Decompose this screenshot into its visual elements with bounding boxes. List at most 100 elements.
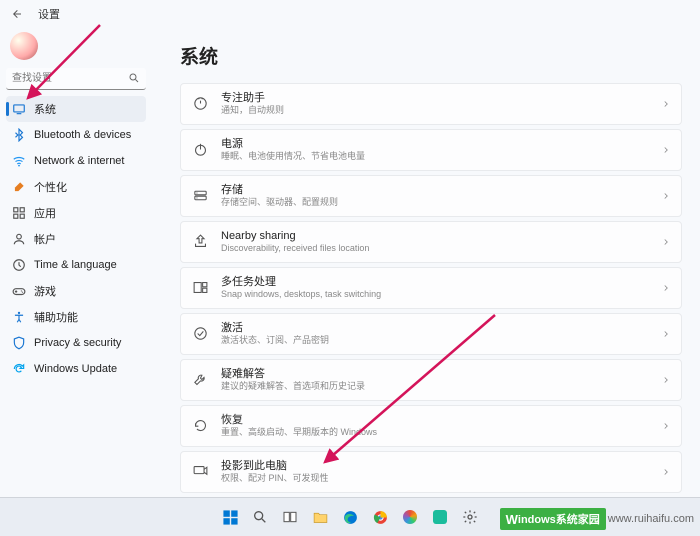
card-subtitle: 睡眠、电池使用情况、节省电池电量	[221, 151, 661, 163]
settings-card-power[interactable]: 电源睡眠、电池使用情况、节省电池电量	[180, 129, 682, 171]
sidebar-item-update[interactable]: Windows Update	[6, 356, 146, 382]
bluetooth-icon	[12, 128, 26, 142]
card-body: 疑难解答建议的疑难解答、首选项和历史记录	[221, 367, 661, 393]
settings-card-troubleshoot[interactable]: 疑难解答建议的疑难解答、首选项和历史记录	[180, 359, 682, 401]
sidebar-item-system[interactable]: 系统	[6, 96, 146, 122]
sidebar-item-shield[interactable]: Privacy & security	[6, 330, 146, 356]
troubleshoot-icon	[191, 371, 209, 389]
sidebar-item-label: 帐户	[34, 231, 56, 247]
update-icon	[12, 362, 26, 376]
sidebar-item-label: Network & internet	[34, 155, 124, 167]
card-subtitle: 权限、配对 PIN、可发现性	[221, 473, 661, 485]
project-icon	[191, 463, 209, 481]
page-title: 系统	[180, 42, 682, 69]
edge-icon[interactable]	[337, 504, 363, 530]
card-subtitle: 通知，自动规则	[221, 105, 661, 117]
search-box[interactable]	[6, 68, 146, 90]
settings-window: 设置 系统 Bluetooth & devices Network & intern…	[0, 0, 700, 497]
shield-icon	[12, 336, 26, 350]
back-button[interactable]	[8, 5, 26, 23]
sidebar-item-label: 辅助功能	[34, 309, 78, 325]
chrome-icon[interactable]	[367, 504, 393, 530]
card-title: 电源	[221, 137, 661, 151]
sidebar-item-label: Privacy & security	[34, 337, 121, 349]
app-icon-2[interactable]	[427, 504, 453, 530]
user-avatar	[10, 32, 38, 60]
settings-card-share[interactable]: Nearby sharingDiscoverability, received …	[180, 221, 682, 263]
chevron-right-icon	[661, 467, 671, 477]
person-icon	[12, 232, 26, 246]
apps-icon	[12, 206, 26, 220]
watermark-url: www.ruihaifu.com	[608, 513, 694, 525]
card-title: 存储	[221, 183, 661, 197]
card-body: Nearby sharingDiscoverability, received …	[221, 229, 661, 255]
window-title: 设置	[38, 6, 60, 22]
card-title: 投影到此电脑	[221, 459, 661, 473]
card-title: 疑难解答	[221, 367, 661, 381]
card-subtitle: Snap windows, desktops, task switching	[221, 289, 661, 301]
card-body: 激活激活状态、订阅、产品密钥	[221, 321, 661, 347]
card-title: 多任务处理	[221, 275, 661, 289]
app-icon-1[interactable]	[397, 504, 423, 530]
card-subtitle: 存储空间、驱动器、配置规则	[221, 197, 661, 209]
chevron-right-icon	[661, 191, 671, 201]
watermark-w: W	[506, 512, 518, 527]
sidebar-item-game[interactable]: 游戏	[6, 278, 146, 304]
search-input[interactable]	[6, 68, 146, 90]
taskview-icon[interactable]	[277, 504, 303, 530]
card-title: 专注助手	[221, 91, 661, 105]
card-body: 电源睡眠、电池使用情况、节省电池电量	[221, 137, 661, 163]
sidebar-item-label: 系统	[34, 101, 56, 117]
sidebar-item-clock[interactable]: Time & language	[6, 252, 146, 278]
game-icon	[12, 284, 26, 298]
recovery-icon	[191, 417, 209, 435]
card-subtitle: 建议的疑难解答、首选项和历史记录	[221, 381, 661, 393]
card-subtitle: Discoverability, received files location	[221, 243, 661, 255]
watermark-badge: W indows系统家园	[500, 508, 606, 530]
card-title: Nearby sharing	[221, 229, 661, 243]
sidebar-item-person[interactable]: 帐户	[6, 226, 146, 252]
settings-card-focus[interactable]: 专注助手通知，自动规则	[180, 83, 682, 125]
watermark: W indows系统家园 www.ruihaifu.com	[500, 508, 694, 530]
wifi-icon	[12, 154, 26, 168]
search-taskbar-icon[interactable]	[247, 504, 273, 530]
user-section[interactable]	[6, 32, 146, 60]
settings-card-multitask[interactable]: 多任务处理Snap windows, desktops, task switch…	[180, 267, 682, 309]
titlebar: 设置	[0, 0, 700, 28]
start-button[interactable]	[217, 504, 243, 530]
card-title: 激活	[221, 321, 661, 335]
sidebar-item-apps[interactable]: 应用	[6, 200, 146, 226]
sidebar-item-label: Windows Update	[34, 363, 117, 375]
card-subtitle: 激活状态、订阅、产品密钥	[221, 335, 661, 347]
content-area: 系统 Bluetooth & devices Network & internet 个…	[0, 28, 700, 497]
system-icon	[12, 102, 26, 116]
settings-card-activation[interactable]: 激活激活状态、订阅、产品密钥	[180, 313, 682, 355]
sidebar-item-accessibility[interactable]: 辅助功能	[6, 304, 146, 330]
explorer-icon[interactable]	[307, 504, 333, 530]
share-icon	[191, 233, 209, 251]
settings-card-recovery[interactable]: 恢复重置、高级启动、早期版本的 Windows	[180, 405, 682, 447]
power-icon	[191, 141, 209, 159]
multitask-icon	[191, 279, 209, 297]
sidebar-item-brush[interactable]: 个性化	[6, 174, 146, 200]
storage-icon	[191, 187, 209, 205]
focus-icon	[191, 95, 209, 113]
settings-card-storage[interactable]: 存储存储空间、驱动器、配置规则	[180, 175, 682, 217]
chevron-right-icon	[661, 375, 671, 385]
card-body: 投影到此电脑权限、配对 PIN、可发现性	[221, 459, 661, 485]
settings-card-project[interactable]: 投影到此电脑权限、配对 PIN、可发现性	[180, 451, 682, 493]
chevron-right-icon	[661, 329, 671, 339]
back-arrow-icon	[11, 8, 23, 20]
card-title: 恢复	[221, 413, 661, 427]
chevron-right-icon	[661, 283, 671, 293]
sidebar-item-label: Bluetooth & devices	[34, 129, 131, 141]
chevron-right-icon	[661, 237, 671, 247]
watermark-brand: indows系统家园	[518, 511, 600, 527]
sidebar-item-wifi[interactable]: Network & internet	[6, 148, 146, 174]
activation-icon	[191, 325, 209, 343]
settings-taskbar-icon[interactable]	[457, 504, 483, 530]
card-body: 恢复重置、高级启动、早期版本的 Windows	[221, 413, 661, 439]
sidebar-item-bluetooth[interactable]: Bluetooth & devices	[6, 122, 146, 148]
card-body: 存储存储空间、驱动器、配置规则	[221, 183, 661, 209]
main-panel: 系统 专注助手通知，自动规则电源睡眠、电池使用情况、节省电池电量存储存储空间、驱…	[152, 28, 700, 497]
